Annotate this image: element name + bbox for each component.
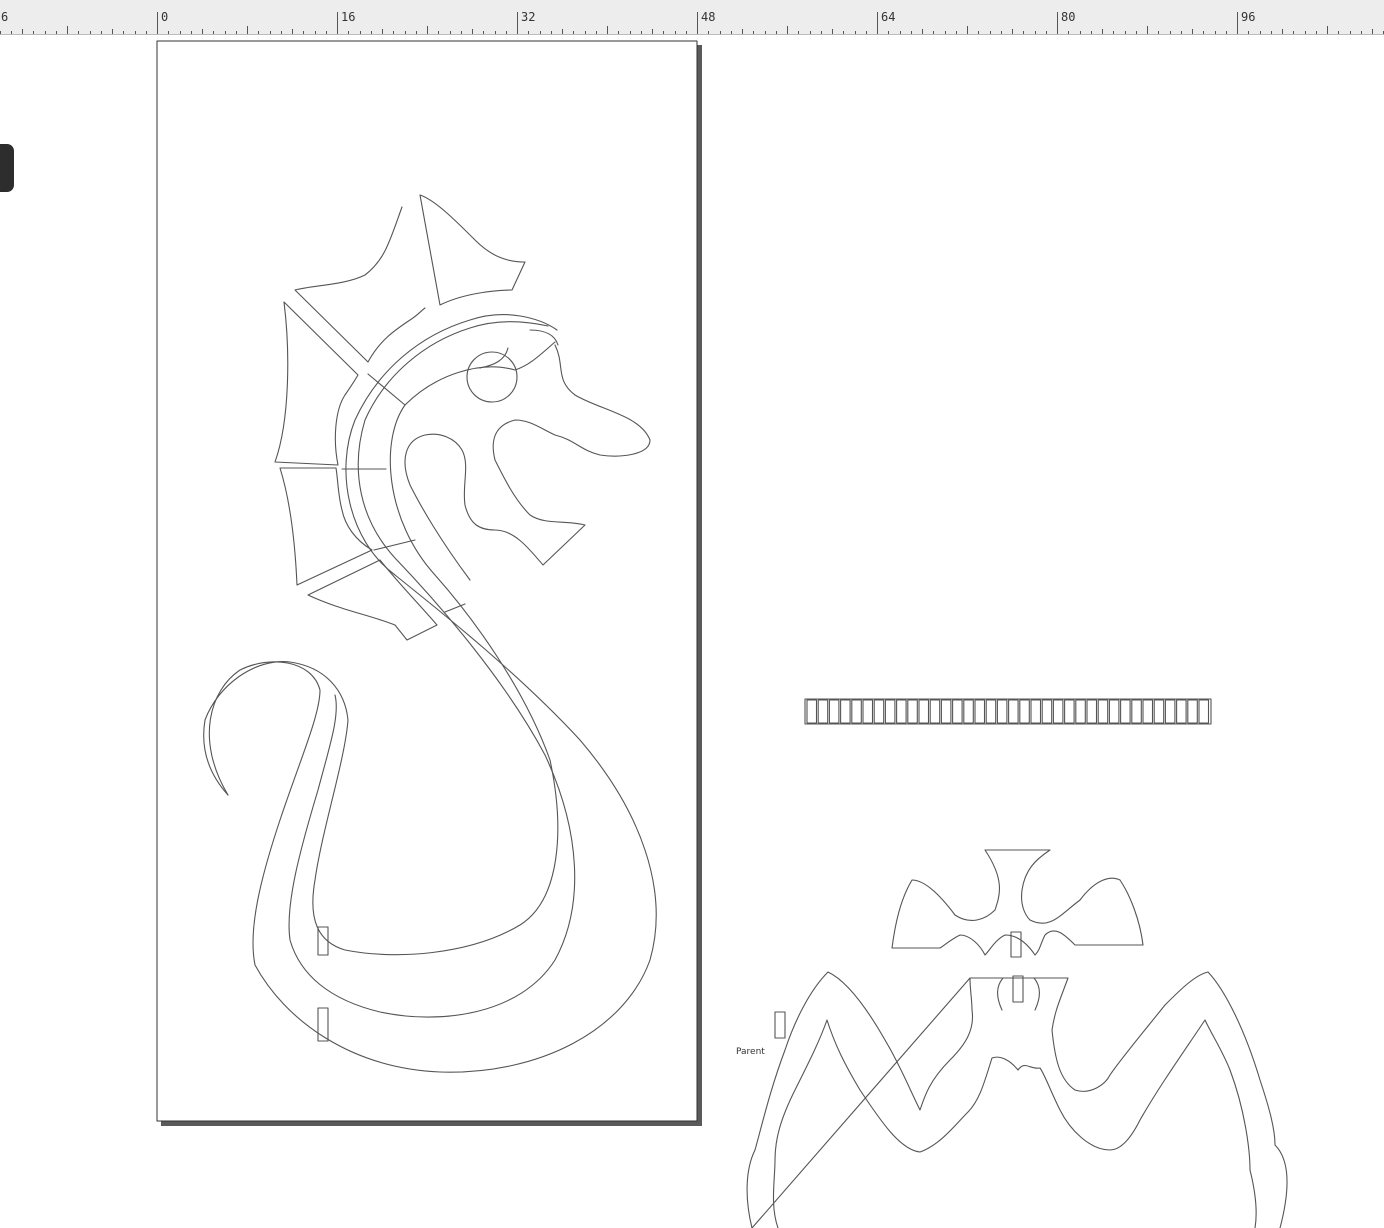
ruler-label-32: 32 bbox=[521, 10, 536, 24]
tab-strip-cell bbox=[1108, 699, 1120, 724]
tab-strip-cell bbox=[1041, 699, 1053, 724]
tab-strip-cell bbox=[1052, 699, 1064, 724]
tab-strip-cell bbox=[1120, 699, 1131, 724]
tab-strip-cell bbox=[940, 699, 952, 724]
tab-strip-cell bbox=[907, 699, 918, 724]
tab-strip-cell bbox=[806, 699, 818, 724]
ruler-label-80: 80 bbox=[1061, 10, 1076, 24]
tab-strip-cell bbox=[873, 699, 885, 724]
tab-strip-cell bbox=[851, 699, 862, 724]
tab-strip-cell bbox=[884, 699, 896, 724]
tab-strip-cell bbox=[918, 699, 930, 724]
page-border bbox=[156, 40, 698, 1122]
tab-strip-cell bbox=[985, 699, 997, 724]
ruler-ticks bbox=[0, 12, 1384, 34]
tab-strip-cell bbox=[1064, 699, 1075, 724]
tab-strip-cell bbox=[996, 699, 1008, 724]
ruler-label-neg6: 6 bbox=[1, 10, 9, 24]
tab-strip-cell bbox=[963, 699, 974, 724]
tab-strip-cell bbox=[1153, 699, 1165, 724]
canvas-drawing bbox=[156, 40, 1288, 1228]
ruler-label-48: 48 bbox=[701, 10, 716, 24]
tab-strip-cell bbox=[974, 699, 986, 724]
tab-strip-cell bbox=[1008, 699, 1019, 724]
tab-strip-cell bbox=[862, 699, 874, 724]
ruler-label-0: 0 bbox=[161, 10, 169, 24]
tab-strip-cell bbox=[1142, 699, 1154, 724]
horizontal-ruler[interactable]: 6 0 16 32 48 64 80 96 bbox=[0, 0, 1384, 35]
tab-strip-cell bbox=[840, 699, 851, 724]
tab-strip-outline bbox=[804, 698, 1212, 725]
tab-strip-cell bbox=[1019, 699, 1030, 724]
tab-strip-cell bbox=[896, 699, 907, 724]
tab-strip-cell bbox=[929, 699, 941, 724]
tab-strip-cell bbox=[1198, 699, 1210, 724]
tab-strip-cell bbox=[817, 699, 829, 724]
ruler-label-16: 16 bbox=[341, 10, 356, 24]
drawing-canvas[interactable]: Parent bbox=[0, 35, 1384, 1228]
ruler-label-64: 64 bbox=[881, 10, 896, 24]
tab-strip-cell bbox=[1086, 699, 1098, 724]
tab-strip-cell bbox=[1176, 699, 1187, 724]
tab-strip-cell bbox=[1164, 699, 1176, 724]
tab-strip-cell bbox=[1187, 699, 1198, 724]
tab-strip-shape[interactable] bbox=[804, 698, 1212, 725]
tab-strip-cell bbox=[1030, 699, 1042, 724]
ruler-label-96: 96 bbox=[1241, 10, 1256, 24]
parent-label: Parent bbox=[736, 1047, 765, 1057]
tab-strip-cell bbox=[1097, 699, 1109, 724]
creature-shape[interactable] bbox=[746, 849, 1288, 1228]
tab-strip-cell bbox=[1131, 699, 1142, 724]
tab-strip-cell bbox=[952, 699, 963, 724]
tab-strip-cell bbox=[1075, 699, 1086, 724]
tab-strip-cell bbox=[828, 699, 840, 724]
